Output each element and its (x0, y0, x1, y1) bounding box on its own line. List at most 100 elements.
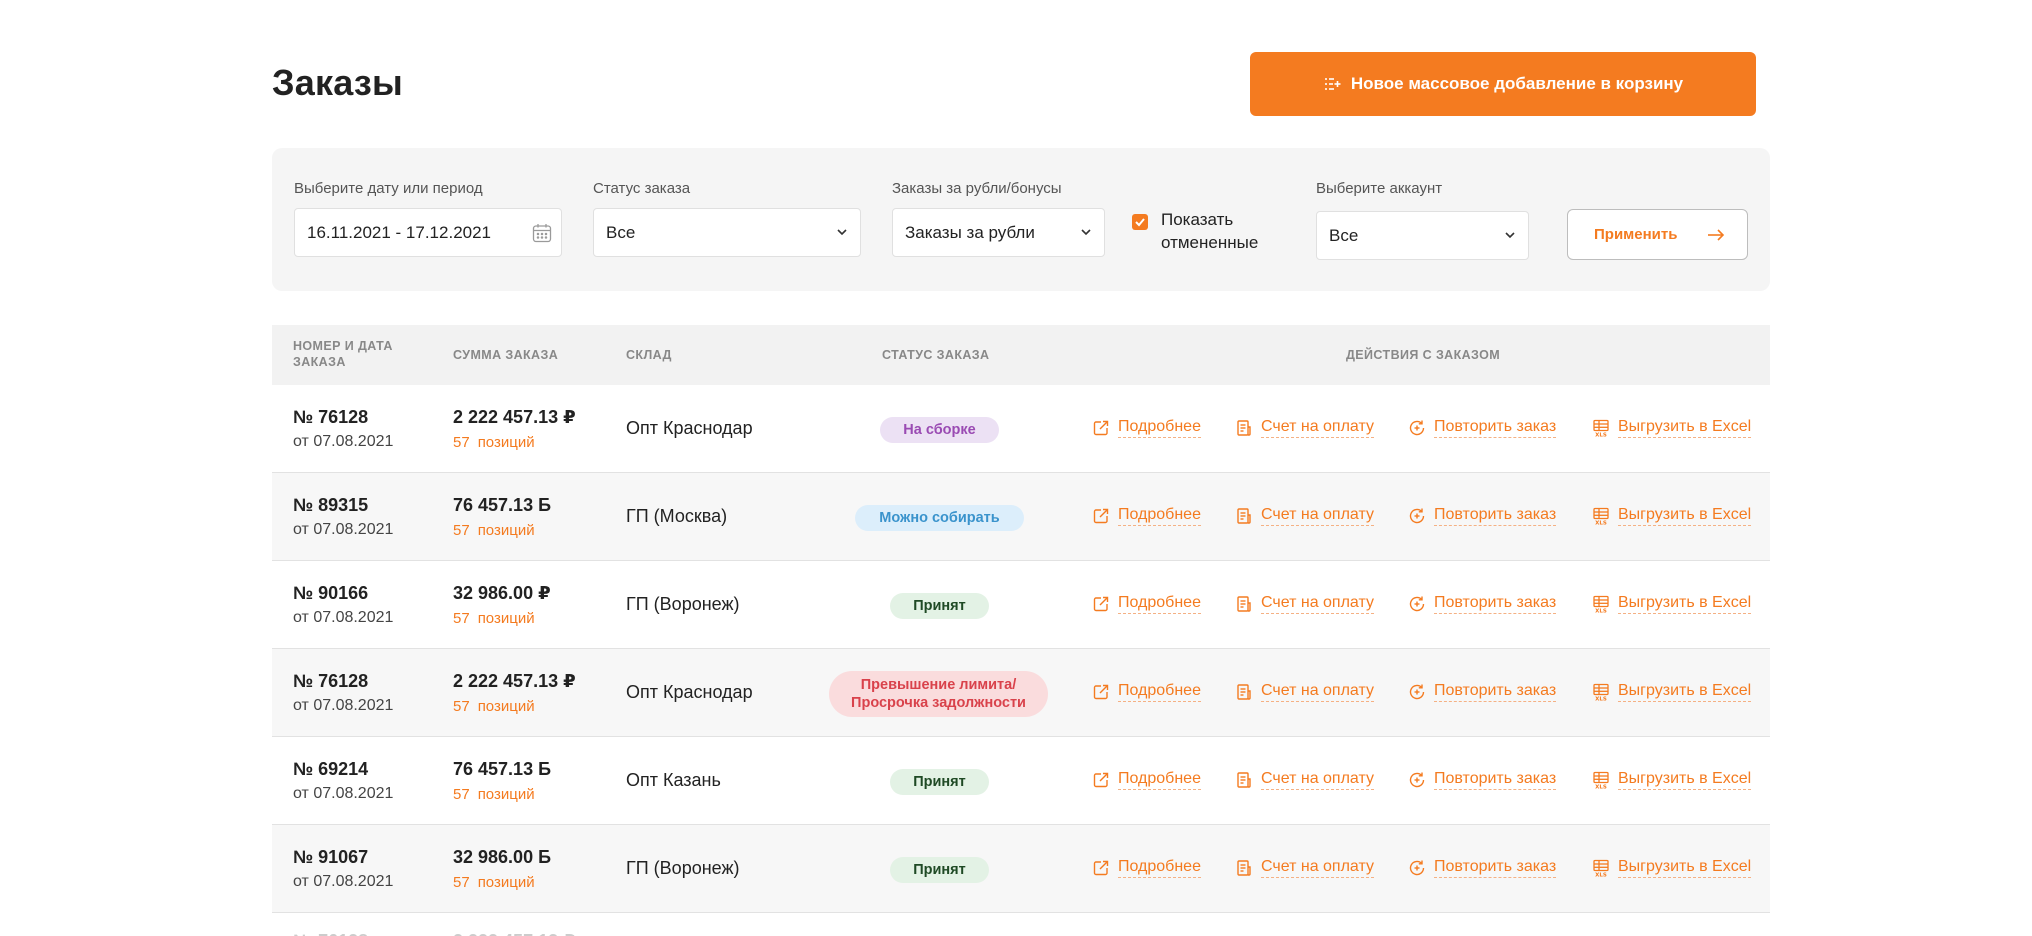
export-excel-link[interactable]: XLS Выгрузить в Excel (1592, 857, 1752, 878)
date-range-input[interactable]: 16.11.2021 - 17.12.2021 (294, 208, 562, 257)
details-link-label: Подробнее (1118, 505, 1201, 526)
export-excel-label: Выгрузить в Excel (1618, 857, 1752, 878)
external-link-icon (1093, 508, 1109, 523)
repeat-order-label: Повторить заказ (1434, 857, 1557, 878)
details-link-label: Подробнее (1118, 769, 1201, 790)
account-filter-label: Выберите аккаунт (1316, 180, 1443, 197)
order-number[interactable]: № 91067 (293, 847, 368, 868)
order-positions: 57 позиций (453, 522, 535, 539)
invoice-link-label: Счет на оплату (1261, 769, 1374, 790)
warehouse-name: Опт Краснодар (626, 682, 753, 702)
repeat-order-link[interactable]: Повторить заказ (1408, 857, 1557, 878)
export-excel-label: Выгрузить в Excel (1618, 769, 1752, 790)
repeat-order-label: Повторить заказ (1434, 593, 1557, 614)
order-date: от 07.08.2021 (293, 785, 394, 802)
export-excel-link[interactable]: XLS Выгрузить в Excel (1592, 417, 1752, 438)
show-cancelled-label[interactable]: Показать отмененные (1161, 208, 1291, 254)
repeat-plus-icon (1409, 596, 1425, 611)
order-amount: 76 457.13 Б (453, 495, 552, 515)
apply-button[interactable]: Применить (1567, 209, 1748, 260)
repeat-order-link[interactable]: Повторить заказ (1408, 417, 1557, 438)
details-link-label: Подробнее (1118, 857, 1201, 878)
invoice-link-label: Счет на оплату (1261, 417, 1374, 438)
order-date: от 07.08.2021 (293, 873, 394, 890)
column-header-status: СТАТУС ЗАКАЗА (882, 348, 990, 362)
column-header-number-date: НОМЕР И ДАТА ЗАКАЗА (293, 339, 393, 369)
order-number[interactable]: № 76128 (293, 671, 368, 692)
order-positions: 57 позиций (453, 698, 535, 715)
invoice-link[interactable]: Счет на оплату (1235, 505, 1374, 526)
calendar-icon[interactable] (531, 222, 553, 244)
table-row: № 89315 от 07.08.2021 76 457.13 Б 57 пози… (272, 473, 1770, 561)
account-select[interactable]: Все (1316, 211, 1529, 260)
invoice-link[interactable]: Счет на оплату (1235, 593, 1374, 614)
order-amount: 32 986.00 Б (453, 847, 552, 867)
order-number[interactable]: № 89315 (293, 495, 368, 516)
order-positions: 57 позиций (453, 874, 535, 891)
external-link-icon (1093, 860, 1109, 875)
details-link[interactable]: Подробнее (1092, 769, 1201, 790)
export-excel-label: Выгрузить в Excel (1618, 593, 1752, 614)
column-header-warehouse: СКЛАД (626, 348, 672, 362)
order-number[interactable]: № 90166 (293, 583, 368, 604)
apply-button-label: Применить (1594, 226, 1678, 243)
details-link[interactable]: Подробнее (1092, 417, 1201, 438)
details-link[interactable]: Подробнее (1092, 857, 1201, 878)
positions-word: позиций (477, 698, 535, 715)
order-positions: 57 позиций (453, 610, 535, 627)
table-row: № 76128 от 07.08.2021 2 222 457.13 ₽ 57 п… (272, 649, 1770, 737)
repeat-order-link[interactable]: Повторить заказ (1408, 769, 1557, 790)
document-icon (1237, 507, 1251, 524)
positions-word: позиций (477, 522, 535, 539)
export-excel-link[interactable]: XLS Выгрузить в Excel (1592, 769, 1752, 790)
invoice-link[interactable]: Счет на оплату (1235, 857, 1374, 878)
table-row: № 69214 от 07.08.2021 76 457.13 Б 57 пози… (272, 737, 1770, 825)
currency-select[interactable]: Заказы за рубли (892, 208, 1105, 257)
order-amount: 2 222 457.13 ₽ (453, 407, 576, 427)
export-excel-link[interactable]: XLS Выгрузить в Excel (1592, 681, 1752, 702)
order-date: от 07.08.2021 (293, 697, 394, 714)
repeat-plus-icon (1409, 860, 1425, 875)
details-link[interactable]: Подробнее (1092, 505, 1201, 526)
svg-text:XLS: XLS (1595, 784, 1607, 789)
show-cancelled-checkbox[interactable] (1132, 214, 1148, 230)
chevron-down-icon (1081, 229, 1091, 236)
export-excel-link[interactable]: XLS Выгрузить в Excel (1592, 505, 1752, 526)
invoice-link[interactable]: Счет на оплату (1235, 681, 1374, 702)
column-header-actions: ДЕЙСТВИЯ С ЗАКАЗОМ (1346, 348, 1501, 362)
status-badge: Принят (890, 593, 989, 619)
warehouse-name: ГП (Воронеж) (626, 594, 740, 614)
currency-select-value: Заказы за рубли (905, 222, 1035, 242)
repeat-order-link[interactable]: Повторить заказ (1408, 593, 1557, 614)
repeat-plus-icon (1409, 420, 1425, 435)
positions-word: позиций (477, 874, 535, 891)
order-number-partial: № 76128 (293, 931, 368, 936)
export-excel-label: Выгрузить в Excel (1618, 417, 1752, 438)
export-excel-link[interactable]: XLS Выгрузить в Excel (1592, 593, 1752, 614)
table-body: № 76128 от 07.08.2021 2 222 457.13 ₽ 57 п… (272, 385, 1770, 913)
status-filter-label: Статус заказа (593, 180, 691, 197)
order-amount: 2 222 457.13 ₽ (453, 671, 576, 691)
order-number[interactable]: № 69214 (293, 759, 368, 780)
bulk-add-to-cart-button[interactable]: Новое массовое добавление в корзину (1250, 52, 1756, 116)
order-number[interactable]: № 76128 (293, 407, 368, 428)
bulk-add-to-cart-label: Новое массовое добавление в корзину (1350, 74, 1684, 93)
repeat-order-link[interactable]: Повторить заказ (1408, 505, 1557, 526)
xls-file-icon: XLS (1593, 771, 1609, 789)
positions-count: 57 (453, 610, 470, 627)
repeat-order-label: Повторить заказ (1434, 681, 1557, 702)
invoice-link-label: Счет на оплату (1261, 593, 1374, 614)
invoice-link[interactable]: Счет на оплату (1235, 417, 1374, 438)
status-select[interactable]: Все (593, 208, 861, 257)
status-badge: На сборке (880, 417, 999, 443)
arrow-right-icon (1708, 229, 1725, 241)
details-link[interactable]: Подробнее (1092, 593, 1201, 614)
status-badge: Принят (890, 857, 989, 883)
invoice-link[interactable]: Счет на оплату (1235, 769, 1374, 790)
external-link-icon (1093, 420, 1109, 435)
details-link-label: Подробнее (1118, 681, 1201, 702)
repeat-order-link[interactable]: Повторить заказ (1408, 681, 1557, 702)
order-date: от 07.08.2021 (293, 433, 394, 450)
chevron-down-icon (837, 229, 847, 236)
details-link[interactable]: Подробнее (1092, 681, 1201, 702)
